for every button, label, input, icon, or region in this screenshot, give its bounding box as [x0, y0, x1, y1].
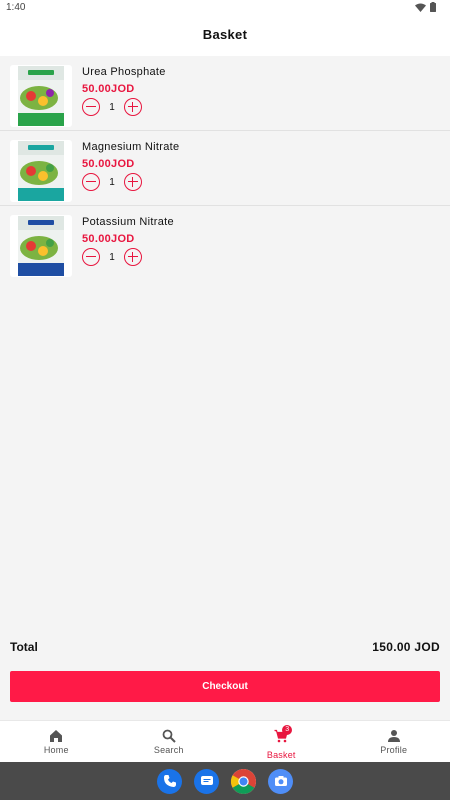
status-time: 1:40 — [6, 2, 26, 13]
person-icon — [387, 730, 400, 742]
quantity-value: 1 — [109, 251, 115, 263]
cart-count-badge: 3 — [282, 725, 293, 735]
quantity-stepper: 1 — [82, 98, 142, 116]
nav-item-home[interactable]: Home — [0, 721, 113, 762]
total-row: Total 150.00 JOD — [10, 640, 440, 656]
nav-label: Search — [153, 745, 184, 755]
status-bar: 1:40 — [0, 0, 450, 16]
fertilizer-bag-icon[interactable] — [10, 65, 72, 127]
decrease-quantity-button[interactable] — [82, 173, 100, 191]
checkout-button[interactable]: Checkout — [10, 671, 440, 702]
chrome-icon[interactable] — [231, 768, 256, 794]
nav-item-basket[interactable]: 3 Basket — [225, 721, 338, 762]
quantity-stepper: 1 — [82, 248, 142, 266]
nav-item-search[interactable]: Search — [113, 721, 226, 762]
product-name: Magnesium Nitrate — [82, 141, 180, 153]
bottom-nav: Home Search 3 Basket Profile — [0, 720, 450, 762]
cart-icon-wrap: 3 — [274, 725, 293, 748]
product-name: Urea Phosphate — [82, 66, 166, 78]
wifi-icon — [415, 3, 426, 12]
total-label: Total — [10, 640, 38, 654]
decrease-quantity-button[interactable] — [82, 248, 100, 266]
system-dock — [0, 762, 450, 800]
page-title: Basket — [202, 27, 248, 42]
increase-quantity-button[interactable] — [124, 248, 142, 266]
status-icons — [415, 2, 436, 12]
basket-list: Urea Phosphate 50.00JOD 1 Magnesium Nitr… — [0, 56, 450, 281]
product-price: 50.00JOD — [82, 158, 135, 170]
messages-icon[interactable] — [194, 768, 219, 794]
fertilizer-bag-icon[interactable] — [10, 215, 72, 277]
app-header: Basket — [0, 16, 450, 56]
home-icon — [50, 730, 63, 742]
search-icon — [162, 729, 176, 743]
battery-icon — [430, 2, 436, 12]
increase-quantity-button[interactable] — [124, 98, 142, 116]
basket-item: Magnesium Nitrate 50.00JOD 1 — [0, 131, 450, 206]
quantity-value: 1 — [109, 176, 115, 188]
quantity-stepper: 1 — [82, 173, 142, 191]
nav-label: Home — [43, 745, 69, 755]
increase-quantity-button[interactable] — [124, 173, 142, 191]
quantity-value: 1 — [109, 101, 115, 113]
product-price: 50.00JOD — [82, 233, 135, 245]
nav-label: Profile — [380, 745, 408, 755]
camera-icon[interactable] — [268, 768, 293, 794]
phone-icon[interactable] — [157, 768, 182, 794]
basket-item: Potassium Nitrate 50.00JOD 1 — [0, 206, 450, 281]
total-value: 150.00 JOD — [372, 640, 440, 654]
product-price: 50.00JOD — [82, 83, 135, 95]
product-name: Potassium Nitrate — [82, 216, 174, 228]
basket-item: Urea Phosphate 50.00JOD 1 — [0, 56, 450, 131]
nav-label: Basket — [266, 750, 296, 760]
fertilizer-bag-icon[interactable] — [10, 140, 72, 202]
nav-item-profile[interactable]: Profile — [338, 721, 450, 762]
decrease-quantity-button[interactable] — [82, 98, 100, 116]
